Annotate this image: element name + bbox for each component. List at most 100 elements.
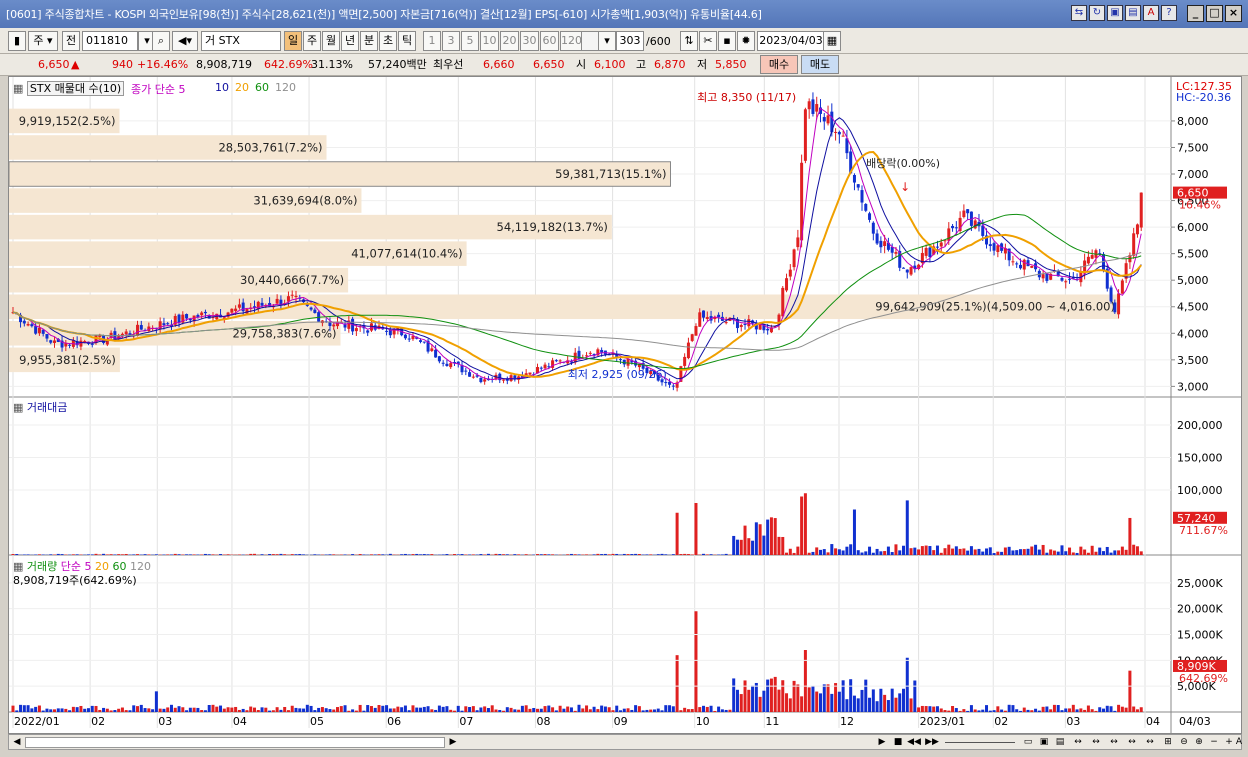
search-icon[interactable]: ⌕ — [152, 31, 170, 51]
volume-bar — [37, 705, 41, 712]
interval-button-1[interactable]: 1 — [423, 31, 441, 51]
amount-bar — [830, 544, 834, 555]
period-button-4[interactable]: 분 — [360, 31, 378, 51]
zoom-out-icon[interactable]: ⊖ — [1177, 736, 1191, 749]
settings-icon[interactable]: ✹ — [737, 31, 755, 51]
scroll-thumb[interactable] — [25, 737, 445, 748]
close-button[interactable]: × — [1225, 5, 1242, 22]
layout-icon-2[interactable]: ▣ — [1037, 736, 1051, 749]
scale-icon-1[interactable]: ↔ — [1071, 736, 1085, 749]
interval-button-5[interactable]: 5 — [461, 31, 479, 51]
scale-icon-4[interactable]: ↔ — [1125, 736, 1139, 749]
x-tick-label: 06 — [387, 715, 401, 728]
prefix-button[interactable]: 전 — [62, 31, 80, 51]
amount-bar — [758, 524, 762, 555]
candle-body — [230, 308, 234, 313]
volume-bar — [928, 706, 932, 712]
interval-button-60[interactable]: 60 — [540, 31, 559, 51]
candle-body — [558, 360, 562, 362]
candle-body — [1090, 255, 1094, 259]
stop-icon[interactable]: ■ — [891, 736, 905, 749]
amount-bar — [252, 553, 256, 555]
grid-icon[interactable]: ⊞ — [1161, 736, 1175, 749]
zoom-slider[interactable] — [945, 742, 1015, 743]
volume-bar — [83, 708, 87, 712]
volume-bar — [56, 708, 60, 712]
candle-body — [328, 322, 332, 326]
amount-bar — [102, 553, 106, 555]
turnover: 31.13% — [311, 58, 353, 71]
interval-button-10[interactable]: 10 — [480, 31, 499, 51]
scissors-icon[interactable]: ✂ — [699, 31, 717, 51]
interval-button-3[interactable]: 3 — [442, 31, 460, 51]
save-icon[interactable]: ▪ — [718, 31, 736, 51]
date-input[interactable]: 2023/04/03 — [757, 31, 825, 51]
layout-icon-3[interactable]: ▤ — [1053, 736, 1067, 749]
refresh-icon[interactable]: ↻ — [1089, 5, 1105, 21]
volume-bar — [641, 710, 645, 712]
image-icon[interactable]: ▣ — [1107, 5, 1123, 21]
chart-canvas[interactable]: 2022/01 02 03 04 05 06 07 08 09 10 11 12 2023/01 02 03… — [9, 77, 1241, 733]
code-input[interactable]: 011810 — [82, 31, 138, 51]
period-button-0[interactable]: 일 — [284, 31, 302, 51]
period-button-1[interactable]: 주 — [303, 31, 321, 51]
volume-profile-label: 9,955,381(2.5%) — [19, 353, 116, 367]
auto-icon[interactable]: A — [1234, 736, 1244, 749]
link-icon[interactable]: ⇆ — [1071, 5, 1087, 21]
chart-type-icon[interactable]: ▮ — [8, 31, 26, 51]
fast-forward-icon[interactable]: ▶▶ — [925, 736, 939, 749]
amount-bar — [747, 538, 751, 555]
scale-icon-5[interactable]: ↔ — [1143, 736, 1157, 749]
minus-icon[interactable]: − — [1207, 736, 1221, 749]
amount-bar — [679, 554, 683, 555]
period-button-6[interactable]: 틱 — [398, 31, 416, 51]
candle-body — [664, 382, 668, 384]
sell-button[interactable]: 매도 — [801, 55, 839, 74]
volume-bar — [464, 706, 468, 712]
rewind-icon[interactable]: ◀◀ — [907, 736, 921, 749]
candle-body — [1068, 278, 1072, 280]
market-select[interactable]: 주 ▾ — [28, 31, 58, 51]
window-icon[interactable]: ▤ — [1125, 5, 1141, 21]
amount-bar — [1139, 551, 1143, 555]
amount-bar — [188, 554, 192, 555]
period-button-2[interactable]: 월 — [322, 31, 340, 51]
layout-icon-1[interactable]: ▭ — [1021, 736, 1035, 749]
volume-bar — [19, 704, 23, 712]
volume-bar — [102, 707, 106, 712]
interval-button-20[interactable]: 20 — [500, 31, 519, 51]
candle-body — [554, 360, 558, 362]
speaker-icon[interactable]: ◀▾ — [172, 31, 198, 51]
scroll-left-icon[interactable]: ◀ — [10, 736, 24, 749]
scale-icon-2[interactable]: ↔ — [1089, 736, 1103, 749]
zoom-in-icon[interactable]: ⊕ — [1192, 736, 1206, 749]
period-button-5[interactable]: 초 — [379, 31, 397, 51]
amount-bar — [415, 553, 419, 555]
period-button-3[interactable]: 년 — [341, 31, 359, 51]
maximize-button[interactable]: □ — [1206, 5, 1223, 22]
name-field[interactable]: 거 STX — [201, 31, 281, 51]
x-tick-label: 03 — [1066, 715, 1080, 728]
current-price: 6,650 — [38, 58, 70, 71]
interval-dropdown-icon[interactable]: ▾ — [598, 31, 616, 51]
scale-icon-3[interactable]: ↔ — [1107, 736, 1121, 749]
play-icon[interactable]: ▶ — [875, 736, 889, 749]
scrollbar[interactable]: ◀ ▶ ▶ ■ ◀◀ ▶▶ ▭ ▣ ▤ ↔ ↔ ↔ ↔ ↔ ⊞ ⊖ ⊕ − + … — [8, 734, 1242, 750]
volume-bar — [162, 708, 166, 712]
buy-button[interactable]: 매수 — [760, 55, 798, 74]
amount-bar — [943, 548, 947, 555]
minimize-button[interactable]: _ — [1187, 5, 1204, 22]
interval-button-120[interactable]: 120 — [560, 31, 582, 51]
amount-bar — [664, 554, 668, 555]
scroll-right-small-icon[interactable]: ▶ — [446, 736, 460, 749]
interval-button-30[interactable]: 30 — [520, 31, 539, 51]
amount-bar — [219, 554, 223, 555]
calendar-icon[interactable]: ▦ — [823, 31, 841, 51]
volume-bar — [86, 708, 90, 712]
count-input[interactable]: 303 — [616, 31, 644, 51]
font-icon[interactable]: A — [1143, 5, 1159, 21]
bar-chart-icon[interactable]: ⇅ — [680, 31, 698, 51]
help-icon[interactable]: ? — [1161, 5, 1177, 21]
chart-area[interactable]: 2022/01 02 03 04 05 06 07 08 09 10 11 12 2023/01 02 03… — [8, 76, 1242, 734]
volume-bar — [1000, 709, 1004, 712]
